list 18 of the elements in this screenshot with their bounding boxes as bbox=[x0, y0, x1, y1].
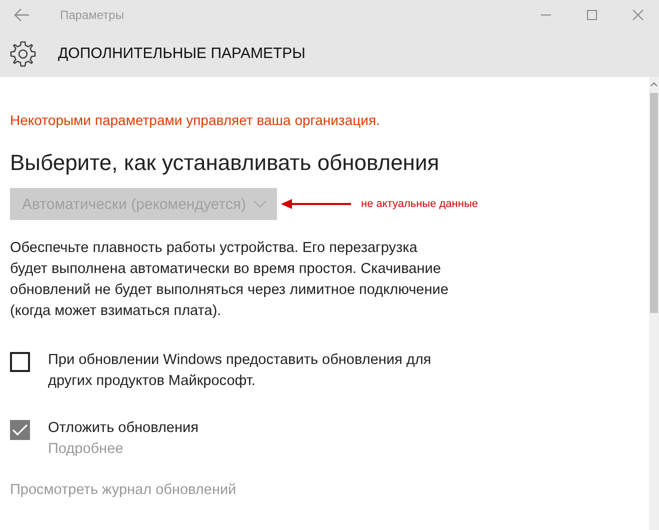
close-icon[interactable] bbox=[632, 9, 644, 21]
page-title: ДОПОЛНИТЕЛЬНЫЕ ПАРАМЕТРЫ bbox=[58, 45, 306, 62]
arrow-icon bbox=[281, 198, 351, 210]
checkbox-label: Отложить обновления bbox=[48, 419, 200, 438]
back-icon[interactable] bbox=[14, 8, 30, 22]
update-history-link[interactable]: Просмотреть журнал обновлений bbox=[10, 482, 236, 498]
checkbox[interactable] bbox=[10, 352, 30, 372]
annotation-text: не актуальные данные bbox=[361, 198, 478, 210]
chevron-icon bbox=[253, 200, 267, 208]
description-text: Обеспечьте плавность работы устройства. Его перезагрузка будет выполнена автоматически во время простоя. Скачивание обновлений не будет выполняться через лимитное подключение (когда может взиматься плата). bbox=[10, 239, 450, 321]
settings-icon bbox=[10, 40, 36, 66]
scrollbar[interactable] bbox=[649, 77, 659, 530]
checkbox-label: При обновлении Windows предоставить обновления для других продуктов Майкрософт. bbox=[48, 351, 432, 391]
section-heading: Выберите, как устанавливать обновления bbox=[10, 150, 440, 176]
window-title: Параметры bbox=[60, 8, 124, 22]
maximize-icon[interactable] bbox=[586, 9, 598, 21]
policy-notice: Некоторыми параметрами управляет ваша организация. bbox=[10, 112, 381, 128]
scroll-up-icon[interactable] bbox=[650, 81, 658, 87]
